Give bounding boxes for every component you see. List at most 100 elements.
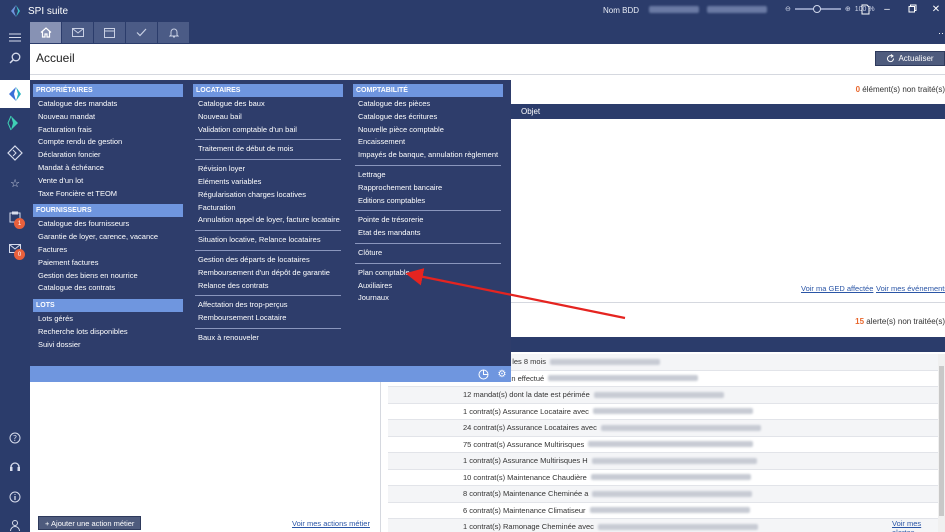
alert-row[interactable]: 1 contrat(s) Ramonage Cheminée avec [388,519,938,532]
menu-item[interactable]: Recherche lots disponibles [33,326,183,339]
alert-row[interactable]: 10 contrat(s) Maintenance Chaudière [388,470,938,486]
add-action-button[interactable]: + Ajouter une action métier [38,516,142,530]
menu-item[interactable]: Nouvelle pièce comptable [353,124,503,137]
menu-item[interactable]: Catalogue des contrats [33,282,183,295]
menu-item[interactable]: Traitement de début de mois [193,143,343,156]
support-headset-icon[interactable] [7,459,23,475]
menu-item[interactable]: Annulation appel de loyer, facture locat… [193,214,343,227]
menu-item[interactable]: Catalogue des pièces [353,98,503,111]
menu-item[interactable]: Baux à renouveler [193,332,343,345]
menu-item[interactable]: Garantie de loyer, carence, vacance [33,231,183,244]
menu-item[interactable]: Etat des mandants [353,227,503,240]
help-icon[interactable]: ? [7,430,23,446]
alert-row[interactable]: 1 contrat(s) Assurance Multirisques H [388,453,938,470]
rail-gestion-selected[interactable] [0,80,30,108]
hamburger-menu-icon[interactable] [7,29,23,45]
menu-item[interactable]: Gestion des départs de locataires [193,254,343,267]
menu-item[interactable]: Gestion des biens en nourrice [33,270,183,283]
menu-footer: ⚙ [30,366,511,382]
search-icon[interactable] [7,50,23,66]
document-icon[interactable] [858,4,872,18]
menu-column-locataires: LOCATAIRES Catalogue des baux Nouveau ba… [193,84,343,345]
menu-item[interactable]: Facturation frais [33,124,183,137]
menu-item[interactable]: Rapprochement bancaire [353,182,503,195]
menu-item[interactable]: Relance des contrats [193,280,343,293]
menu-separator [355,262,501,264]
menu-item[interactable]: Remboursement d'un dépôt de garantie [193,267,343,280]
favorites-star-icon[interactable]: ☆ [7,175,23,191]
menu-item[interactable]: Auxiliaires [353,280,503,293]
menu-item[interactable]: Facturation [193,202,343,215]
link-events[interactable]: Voir mes événements [876,284,945,293]
link-ged[interactable]: Voir ma GED affectée [801,284,873,293]
menu-item[interactable]: Catalogue des écritures [353,111,503,124]
menu-item[interactable]: Nouveau bail [193,111,343,124]
menu-item[interactable]: Situation locative, Relance locataires [193,234,343,247]
menu-item[interactable]: Déclaration foncier [33,149,183,162]
menu-item[interactable]: Catalogue des baux [193,98,343,111]
syndic-module-icon[interactable] [7,115,23,131]
menu-item[interactable]: Mandat à échéance [33,162,183,175]
menu-item[interactable]: Affectation des trop-perçus [193,299,343,312]
more-options-icon[interactable]: ⋯ [938,28,945,39]
menu-item-plan-comptable[interactable]: Plan comptable [353,267,503,280]
menu-item[interactable]: Catalogue des mandats [33,98,183,111]
menu-item[interactable]: Vente d'un lot [33,175,183,188]
zoom-slider-knob[interactable] [812,5,821,13]
menu-item[interactable]: Eléments variables [193,176,343,189]
menu-item[interactable]: Paiement factures [33,257,183,270]
info-icon[interactable] [7,489,23,505]
column-objet[interactable]: Objet [521,107,540,116]
menu-item[interactable]: Lettrage [353,169,503,182]
zoom-slider[interactable] [794,5,841,13]
alert-row[interactable]: 12 mandat(s) dont la date est périmée [388,387,938,404]
menu-item[interactable]: Taxe Foncière et TEOM [33,188,183,201]
alert-row[interactable]: 75 contrat(s) Assurance Multirisques [388,437,938,453]
alert-row[interactable]: 24 contrat(s) Assurance Locataires avec [388,420,938,437]
menu-item[interactable]: Journaux [353,292,503,305]
tab-mail[interactable] [62,22,93,43]
menu-item[interactable]: Catalogue des fournisseurs [33,218,183,231]
menu-item[interactable]: Impayés de banque, annulation règlement [353,149,503,162]
tab-strip: ⋯ [0,22,945,44]
menu-item[interactable]: Encaissement [353,136,503,149]
database-label: Nom BDD [603,6,640,15]
user-profile-icon[interactable] [7,517,23,532]
refresh-button[interactable]: Actualiser [875,51,945,66]
alert-row[interactable]: 1 contrat(s) Assurance Locataire avec [388,404,938,420]
zoom-in-icon[interactable]: ⊕ [845,5,851,13]
scrollbar-thumb[interactable] [939,366,944,516]
menu-item[interactable]: Régularisation charges locatives [193,189,343,202]
tab-notifications[interactable] [158,22,189,43]
menu-item[interactable]: Factures [33,244,183,257]
menu-item[interactable]: Pointe de trésorerie [353,214,503,227]
pie-chart-icon[interactable] [477,368,489,380]
tab-calendar[interactable] [94,22,125,43]
alert-row[interactable]: 6 contrat(s) Maintenance Climatiseur [388,503,938,519]
menu-item[interactable]: Suivi dossier [33,339,183,352]
menu-item[interactable]: Validation comptable d'un bail [193,124,343,137]
minimize-icon[interactable]: – [880,4,894,15]
transaction-module-icon[interactable] [7,145,23,161]
menu-item[interactable]: Compte rendu de gestion [33,136,183,149]
menu-item[interactable]: Nouveau mandat [33,111,183,124]
alerts-scrollbar[interactable] [938,354,945,532]
menu-item[interactable]: Révision loyer [193,163,343,176]
menu-item[interactable]: Remboursement Locataire [193,312,343,325]
alerts-count: 15 alerte(s) non traitée(s) [790,317,945,326]
link-alerts[interactable]: Voir mes alertes [892,519,945,532]
menu-item[interactable]: Editions comptables [353,195,503,208]
zoom-out-icon[interactable]: ⊖ [785,5,791,13]
tab-tasks[interactable] [126,22,157,43]
calendar-icon [104,28,115,38]
close-icon[interactable]: ✕ [929,4,943,15]
restore-icon[interactable] [905,4,919,16]
settings-gear-icon[interactable]: ⚙ [496,368,508,380]
alert-row[interactable]: 8 contrat(s) Maintenance Cheminée a [388,486,938,503]
menu-item[interactable]: Clôture [353,247,503,260]
tab-home[interactable] [30,22,61,43]
menu-item[interactable]: Lots gérés [33,313,183,326]
link-actions[interactable]: Voir mes actions métier [292,519,370,528]
tasks-badge: 1 [14,218,25,229]
menu-separator [195,159,341,161]
